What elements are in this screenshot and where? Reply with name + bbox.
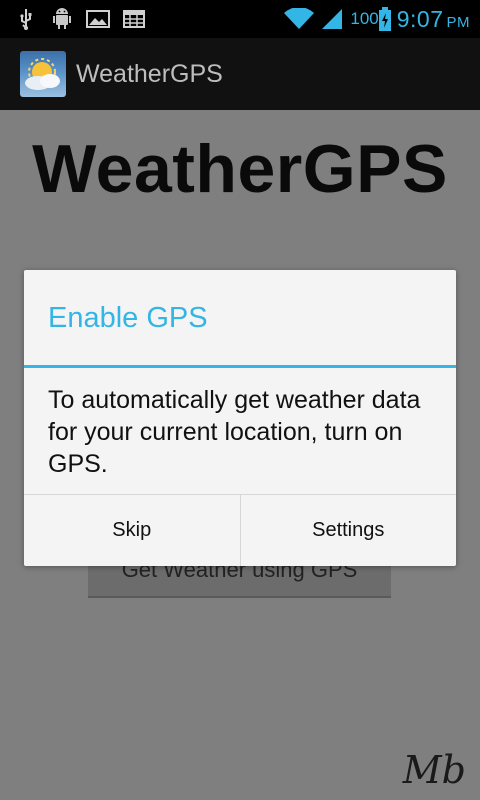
skip-button-label: Skip <box>112 519 152 541</box>
clock-time: 9:07 <box>396 5 444 32</box>
screen: 100 9:07 PM WeatherGPS WeatherGPS Get Wea… <box>0 0 480 800</box>
android-debug-icon <box>50 7 74 31</box>
dialog-message: To automatically get weather data for yo… <box>48 386 421 478</box>
dialog-actions: Skip Settings <box>24 494 456 566</box>
settings-button[interactable]: Settings <box>239 495 457 566</box>
battery-charging-icon <box>378 7 391 31</box>
dialog-title-divider <box>24 365 456 368</box>
app-title: WeatherGPS <box>76 59 223 88</box>
action-bar: WeatherGPS <box>0 38 480 110</box>
skip-button[interactable]: Skip <box>24 495 240 566</box>
clock-ampm: PM <box>446 13 470 31</box>
app-logo-icon[interactable] <box>20 51 66 97</box>
settings-button-label: Settings <box>312 519 385 541</box>
calendar-icon <box>122 7 146 31</box>
enable-gps-dialog: Enable GPS To automatically get weather … <box>24 270 456 566</box>
page-title: WeatherGPS <box>32 131 448 207</box>
gallery-icon <box>86 7 110 31</box>
cell-signal-icon <box>320 7 344 31</box>
usb-icon <box>14 7 38 31</box>
status-bar: 100 9:07 PM <box>0 0 480 38</box>
dialog-title: Enable GPS <box>48 302 208 334</box>
signature-watermark: Mb <box>402 748 466 792</box>
wifi-icon <box>284 7 315 31</box>
battery-level: 100 <box>350 9 379 28</box>
clock: 9:07 PM <box>397 6 470 33</box>
